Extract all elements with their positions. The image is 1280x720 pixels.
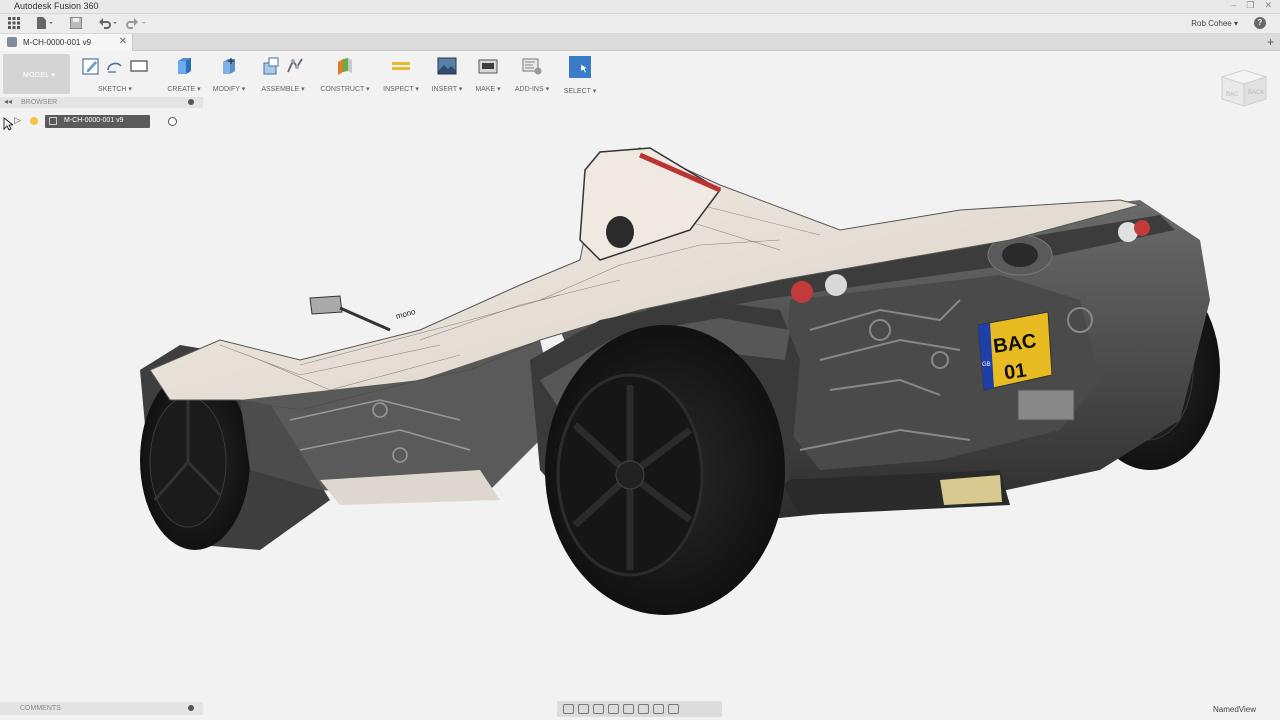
rectangle-icon[interactable] <box>129 56 149 76</box>
viewcube-left-label: BAC <box>1226 92 1239 98</box>
plane-icon[interactable] <box>335 56 355 76</box>
box-icon[interactable] <box>174 56 194 76</box>
title-bar: Autodesk Fusion 360 – ❐ ✕ <box>0 0 1280 14</box>
print-icon[interactable] <box>478 56 498 76</box>
scripts-icon[interactable] <box>522 56 542 76</box>
add-ins-label: ADD-INS ▾ <box>514 86 550 93</box>
make-group[interactable]: MAKE ▾ <box>472 56 504 94</box>
modify-group[interactable]: MODIFY ▾ <box>211 56 247 94</box>
comments-pin-icon[interactable] <box>188 705 194 711</box>
app-title: Autodesk Fusion 360 <box>14 1 99 11</box>
assemble-group[interactable]: ASSEMBLE ▾ <box>258 56 308 94</box>
viewcube-back-label: BACK <box>1248 90 1264 96</box>
create-label: CREATE ▾ <box>167 86 201 93</box>
create-group[interactable]: CREATE ▾ <box>166 56 202 94</box>
view-cube[interactable]: BAC BACK <box>1218 67 1270 109</box>
construct-group[interactable]: CONSTRUCT ▾ <box>320 56 370 94</box>
measure-icon[interactable] <box>391 56 411 76</box>
make-label: MAKE ▾ <box>475 86 501 93</box>
grid-settings-icon[interactable] <box>653 704 664 714</box>
model-viewport[interactable]: BAC 01 GB mono <box>0 108 1280 700</box>
navigation-bar <box>557 701 722 717</box>
body-logo: mono <box>395 307 417 321</box>
insert-group[interactable]: INSERT ▾ <box>430 56 464 94</box>
user-menu[interactable]: Rob Cohee ▾ <box>1191 19 1238 28</box>
display-settings-icon[interactable] <box>638 704 649 714</box>
file-icon[interactable] <box>36 17 54 32</box>
comments-panel[interactable]: COMMENTS <box>0 702 203 715</box>
document-icon <box>7 37 17 47</box>
restore-button[interactable]: ❐ <box>1246 0 1254 11</box>
new-component-icon[interactable] <box>261 56 281 76</box>
construct-label: CONSTRUCT ▾ <box>320 86 370 93</box>
app-grid-icon[interactable] <box>8 17 20 32</box>
press-pull-icon[interactable] <box>219 56 239 76</box>
arc-icon[interactable] <box>105 56 125 76</box>
image-icon[interactable] <box>437 56 457 76</box>
select-group[interactable]: SELECT ▾ <box>562 56 598 95</box>
close-tab-icon[interactable]: ✕ <box>119 36 127 47</box>
select-label: SELECT ▾ <box>563 88 597 95</box>
workspace-label: MODEL ▾ <box>23 72 56 79</box>
main-toolbar: MODEL ▾ SKETCH ▾ CREATE ▾ MODIFY ▾ ASSEM… <box>0 51 610 96</box>
fit-icon[interactable] <box>623 704 634 714</box>
select-icon[interactable] <box>568 56 592 78</box>
inspect-label: INSPECT ▾ <box>383 86 419 93</box>
orbit-icon[interactable] <box>563 704 574 714</box>
insert-label: INSERT ▾ <box>431 86 463 93</box>
modify-label: MODIFY ▾ <box>212 86 246 93</box>
document-tab[interactable]: M-CH-0000-001 v9 ✕ <box>0 34 133 51</box>
look-at-icon[interactable] <box>578 704 589 714</box>
document-tab-bar: M-CH-0000-001 v9 ✕ + <box>0 34 1280 51</box>
zoom-icon[interactable] <box>608 704 619 714</box>
plate-country: GB <box>982 362 991 368</box>
new-tab-icon[interactable]: + <box>1267 35 1274 49</box>
window-controls: – ❐ ✕ <box>1231 0 1272 11</box>
close-window-button[interactable]: ✕ <box>1264 0 1272 11</box>
joint-icon[interactable] <box>285 56 305 76</box>
sketch-group[interactable]: SKETCH ▾ <box>76 56 154 94</box>
inspect-group[interactable]: INSPECT ▾ <box>382 56 420 94</box>
assemble-label: ASSEMBLE ▾ <box>261 86 305 93</box>
document-tab-label: M-CH-0000-001 v9 <box>23 38 92 47</box>
browser-title: BROWSER <box>21 99 58 106</box>
minimize-button[interactable]: – <box>1231 0 1236 11</box>
pin-icon[interactable] <box>188 99 194 105</box>
viewports-icon[interactable] <box>668 704 679 714</box>
workspace-switcher[interactable]: MODEL ▾ <box>3 54 70 94</box>
undo-icon[interactable] <box>97 17 119 32</box>
add-ins-group[interactable]: ADD-INS ▾ <box>513 56 551 94</box>
sketch-icon[interactable] <box>81 56 101 76</box>
plate-line-2: 01 <box>1003 359 1028 384</box>
rear-left-wheel <box>545 325 785 615</box>
save-icon[interactable] <box>70 17 82 32</box>
help-icon[interactable]: ? <box>1254 17 1266 29</box>
collapse-browser-icon[interactable]: ◂◂ <box>4 97 12 106</box>
browser-panel-header[interactable]: ◂◂ BROWSER <box>0 97 203 108</box>
quick-access-toolbar: Rob Cohee ▾ ? <box>0 14 1280 34</box>
comments-title: COMMENTS <box>20 705 61 712</box>
sketch-label: SKETCH ▾ <box>98 86 132 93</box>
redo-icon[interactable] <box>126 17 148 32</box>
named-view-label: NamedView <box>1213 705 1256 714</box>
pan-icon[interactable] <box>593 704 604 714</box>
